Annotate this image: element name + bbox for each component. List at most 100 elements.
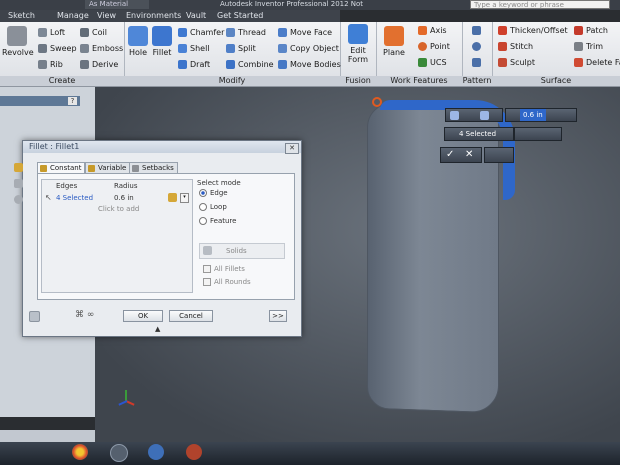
hole-icon <box>128 26 148 46</box>
radius-value[interactable]: 0.6 in <box>520 109 546 121</box>
trim-button[interactable]: Trim <box>574 42 603 51</box>
combine-button[interactable]: Combine <box>226 60 274 69</box>
preview-icon[interactable]: ⌘ ∞ <box>75 310 94 320</box>
surface-group: Thicken/Offset Stitch Sculpt Patch Trim … <box>492 22 620 86</box>
menu-vault[interactable]: Vault <box>186 11 206 20</box>
fillet-button[interactable]: Fillet <box>150 26 174 57</box>
ok-button[interactable]: OK <box>123 310 163 322</box>
split-button[interactable]: Split <box>226 44 256 53</box>
setbacks-icon <box>132 165 139 172</box>
move-face-button[interactable]: Move Face <box>278 28 332 37</box>
measure-icon[interactable] <box>168 193 177 202</box>
shell-button[interactable]: Shell <box>178 44 210 53</box>
apply-check-icon[interactable]: ✓ <box>446 149 454 161</box>
all-rounds-checkbox[interactable]: All Rounds <box>203 278 251 286</box>
radius-field[interactable]: 0.6 in <box>505 108 577 122</box>
cancel-x-icon[interactable]: ✕ <box>465 149 473 161</box>
search-input[interactable]: Type a keyword or phrase <box>470 0 610 9</box>
move-bodies-icon <box>278 60 287 69</box>
collapse-arrow-icon[interactable]: ▲ <box>155 325 160 333</box>
point-button[interactable]: Point <box>418 42 450 51</box>
pick-arrow-icon: ↖ <box>45 193 52 202</box>
patch-button[interactable]: Patch <box>574 26 608 35</box>
edges-selected-dropdown[interactable]: 4 Selected <box>444 127 514 141</box>
help-icon[interactable] <box>29 311 40 322</box>
draft-button[interactable]: Draft <box>178 60 210 69</box>
mirror-icon[interactable] <box>472 58 481 67</box>
all-fillets-checkbox[interactable]: All Fillets <box>203 265 245 273</box>
sculpt-button[interactable]: Sculpt <box>498 58 535 67</box>
ucs-button[interactable]: UCS <box>418 58 447 67</box>
thread-button[interactable]: Thread <box>226 28 266 37</box>
radius-dropdown[interactable]: ▾ <box>180 193 189 203</box>
rectangular-pattern-icon[interactable] <box>472 26 481 35</box>
hole-button[interactable]: Hole <box>126 26 150 57</box>
radius-handle-icon[interactable] <box>372 97 382 107</box>
menu-get-started[interactable]: Get Started <box>217 11 263 20</box>
copy-object-button[interactable]: Copy Object <box>278 44 339 53</box>
axis-button[interactable]: Axis <box>418 26 447 35</box>
taskbar <box>0 442 620 465</box>
menu-environments[interactable]: Environments <box>126 11 181 20</box>
edges-table: Edges Radius ↖ 4 Selected 0.6 in ▾ Click… <box>41 179 193 293</box>
delete-face-icon <box>574 58 583 67</box>
coordinate-triad-icon <box>116 390 136 410</box>
edge-fillet-icon[interactable] <box>14 163 23 172</box>
fillet-dialog: Fillet : Fillet1 ✕ Constant Variable Set… <box>14 140 302 337</box>
taskbar-app-icon[interactable] <box>110 444 128 462</box>
chrome-icon[interactable] <box>72 444 88 460</box>
click-to-add-row[interactable]: Click to add <box>98 205 139 213</box>
select-mode-label: Select mode <box>197 179 241 187</box>
work-features-group-label: Work Features <box>376 76 462 86</box>
dialog-close-button[interactable]: ✕ <box>285 143 299 154</box>
full-round-fillet-icon[interactable] <box>14 195 23 204</box>
inventor-icon[interactable] <box>186 444 202 460</box>
col-header-edges: Edges <box>56 182 78 190</box>
mini-toolbar-options[interactable] <box>514 127 562 141</box>
derive-icon <box>80 60 89 69</box>
fusion-group-label: Fusion <box>340 76 376 86</box>
coil-button[interactable]: Coil <box>80 28 107 37</box>
revolve-button[interactable]: Revolve <box>2 26 34 57</box>
derive-button[interactable]: Derive <box>80 60 118 69</box>
loop-radio[interactable]: Loop <box>199 203 227 211</box>
chamfer-icon <box>178 28 187 37</box>
table-row[interactable]: ↖ 4 Selected 0.6 in ▾ <box>42 193 190 203</box>
mini-toolbar-menu[interactable] <box>484 147 514 163</box>
edit-form-button[interactable]: Edit Form <box>343 24 373 64</box>
surface-group-label[interactable]: Surface <box>492 76 620 86</box>
edge-radio[interactable]: Edge <box>199 189 228 197</box>
emboss-button[interactable]: Emboss <box>80 44 123 53</box>
feature-radio[interactable]: Feature <box>199 217 236 225</box>
delete-face-button[interactable]: Delete Fa <box>574 58 620 67</box>
move-bodies-button[interactable]: Move Bodies <box>278 60 341 69</box>
menu-view[interactable]: View <box>97 11 116 20</box>
rib-button[interactable]: Rib <box>38 60 63 69</box>
cancel-button[interactable]: Cancel <box>169 310 213 322</box>
stitch-button[interactable]: Stitch <box>498 42 533 51</box>
fusion-group: Edit Form Fusion <box>340 22 377 86</box>
edge-mode-icon <box>480 111 489 120</box>
thicken-offset-button[interactable]: Thicken/Offset <box>498 26 568 35</box>
edges-selected-cell[interactable]: 4 Selected <box>56 194 93 202</box>
create-group-label[interactable]: Create <box>0 76 124 86</box>
draft-icon <box>178 60 187 69</box>
material-dropdown[interactable]: As Material <box>85 0 149 9</box>
ie-icon[interactable] <box>148 444 164 460</box>
sweep-button[interactable]: Sweep <box>38 44 77 53</box>
menu-sketch[interactable]: Sketch <box>8 11 35 20</box>
fillet-type-strip <box>13 163 25 213</box>
plane-button[interactable]: Plane <box>380 26 408 57</box>
circular-pattern-icon[interactable] <box>472 42 481 51</box>
mini-toolbar-mode[interactable] <box>445 108 503 122</box>
chamfer-button[interactable]: Chamfer <box>178 28 224 37</box>
loft-button[interactable]: Loft <box>38 28 65 37</box>
modify-group-label[interactable]: Modify <box>124 76 340 86</box>
ucs-icon <box>418 58 427 67</box>
solids-selector[interactable]: Solids <box>199 243 285 259</box>
help-icon[interactable]: ? <box>68 97 77 105</box>
face-fillet-icon[interactable] <box>14 179 23 188</box>
radius-cell[interactable]: 0.6 in <box>114 194 134 202</box>
menu-manage[interactable]: Manage <box>57 11 89 20</box>
more-button[interactable]: >> <box>269 310 287 322</box>
